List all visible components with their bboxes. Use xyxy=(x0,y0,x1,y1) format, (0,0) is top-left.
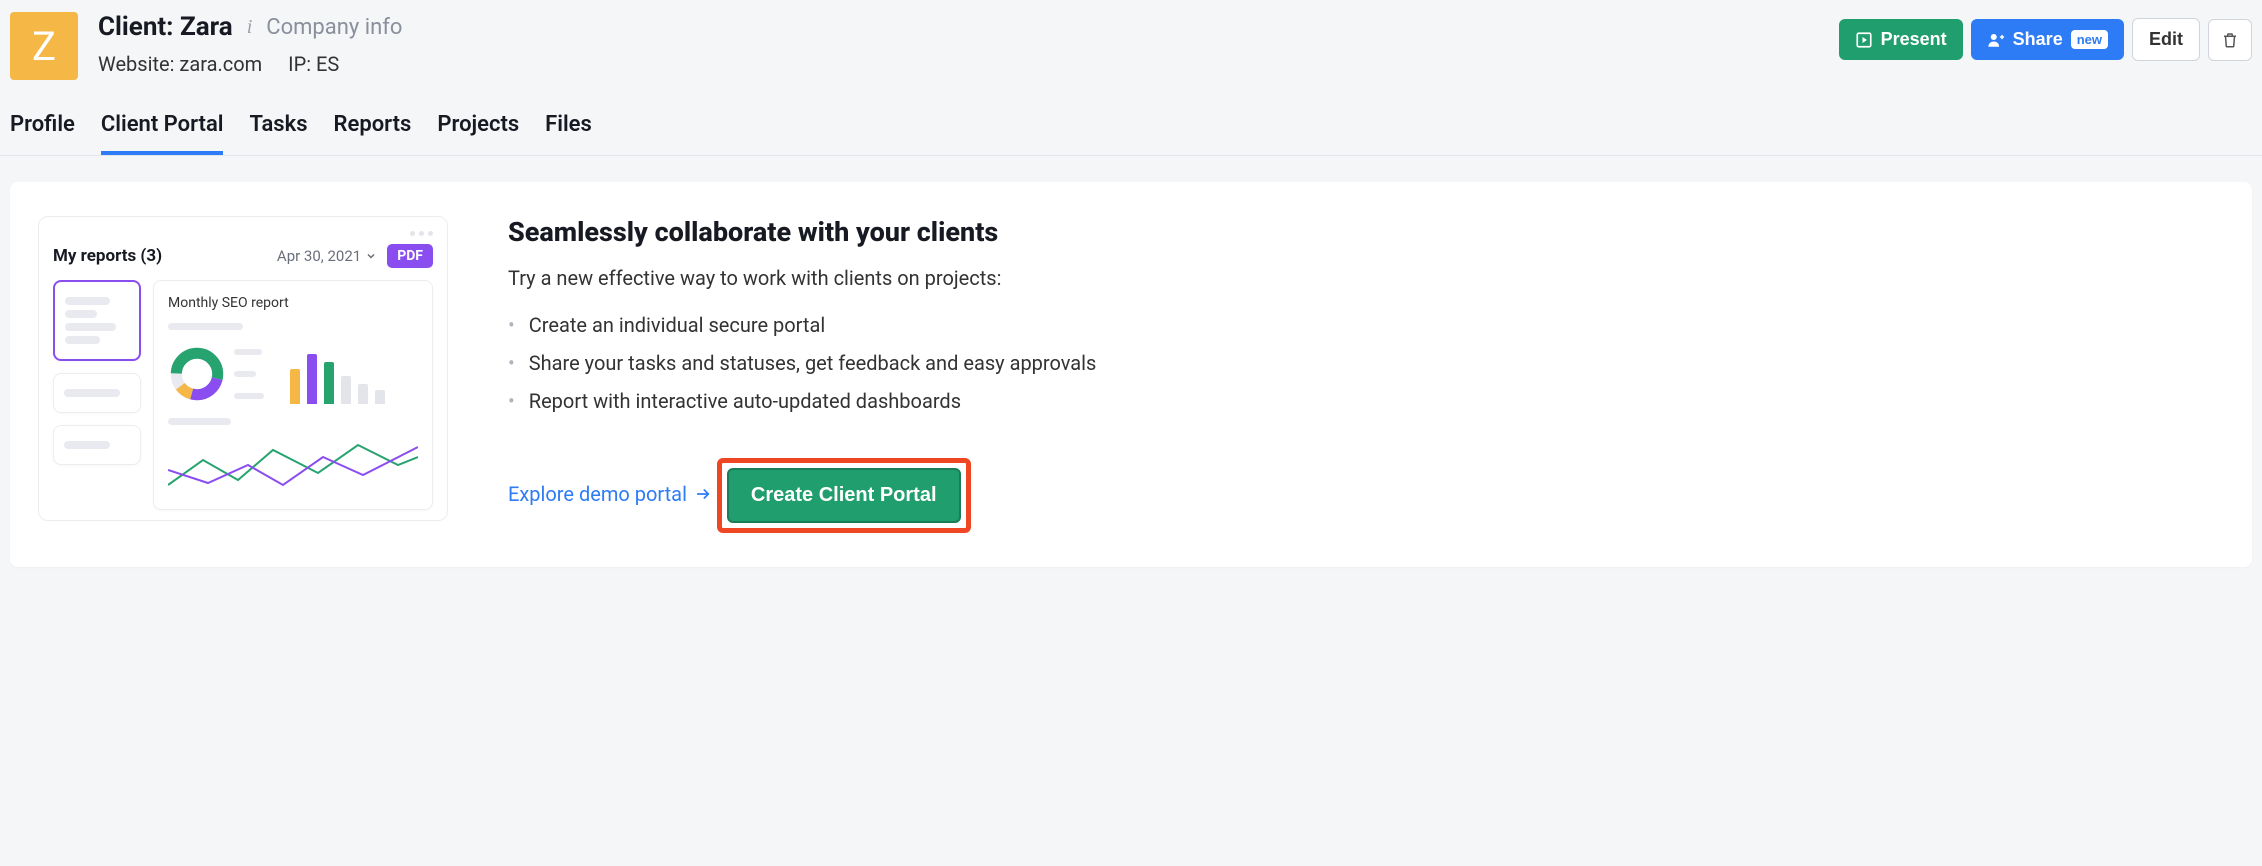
share-label: Share xyxy=(2013,29,2063,50)
company-info-link[interactable]: Company info xyxy=(266,15,402,40)
explore-demo-link[interactable]: Explore demo portal xyxy=(508,482,713,506)
website-text: Website: zara.com xyxy=(98,52,262,76)
bullet-item: Create an individual secure portal xyxy=(508,306,1096,344)
tab-projects[interactable]: Projects xyxy=(437,112,519,155)
bullet-item: Report with interactive auto-updated das… xyxy=(508,382,1096,420)
arrow-right-icon xyxy=(693,486,713,502)
person-add-icon xyxy=(1987,31,2005,49)
preview-date: Apr 30, 2021 xyxy=(277,247,377,265)
tab-reports[interactable]: Reports xyxy=(334,112,412,155)
window-dots-icon xyxy=(53,231,433,236)
new-badge: new xyxy=(2071,30,2108,49)
trash-icon xyxy=(2221,30,2239,50)
bar-chart-icon xyxy=(290,348,385,404)
preview-list-item xyxy=(53,373,141,413)
pdf-badge: PDF xyxy=(387,244,433,268)
tab-client-portal[interactable]: Client Portal xyxy=(101,112,224,155)
delete-button[interactable] xyxy=(2208,19,2252,61)
donut-chart-icon xyxy=(168,345,226,403)
content-intro: Try a new effective way to work with cli… xyxy=(508,266,1096,290)
chevron-down-icon xyxy=(365,250,377,262)
present-label: Present xyxy=(1881,29,1947,50)
bullet-item: Share your tasks and statuses, get feedb… xyxy=(508,344,1096,382)
line-chart-icon xyxy=(168,435,418,495)
tab-tasks[interactable]: Tasks xyxy=(249,112,307,155)
tabs: Profile Client Portal Tasks Reports Proj… xyxy=(0,80,2262,156)
edit-button[interactable]: Edit xyxy=(2132,18,2200,61)
content-heading: Seamlessly collaborate with your clients xyxy=(508,216,1096,248)
preview-reports-title: My reports (3) xyxy=(53,246,162,266)
create-client-portal-button[interactable]: Create Client Portal xyxy=(727,468,961,523)
tab-files[interactable]: Files xyxy=(545,112,592,155)
portal-preview: My reports (3) Apr 30, 2021 PDF xyxy=(38,216,448,521)
preview-report-title: Monthly SEO report xyxy=(168,295,418,311)
tab-profile[interactable]: Profile xyxy=(10,112,75,155)
present-button[interactable]: Present xyxy=(1839,19,1963,60)
preview-list-item xyxy=(53,425,141,465)
share-button[interactable]: Share new xyxy=(1971,19,2124,60)
client-title: Client: Zara xyxy=(98,12,233,42)
ip-text: IP: ES xyxy=(288,52,339,76)
preview-report-panel: Monthly SEO report xyxy=(153,280,433,510)
play-icon xyxy=(1855,31,1873,49)
preview-list-item xyxy=(53,280,141,361)
client-portal-card: My reports (3) Apr 30, 2021 PDF xyxy=(10,182,2252,567)
info-icon[interactable]: i xyxy=(247,16,253,39)
create-portal-highlight: Create Client Portal xyxy=(717,458,971,533)
client-avatar: Z xyxy=(10,12,78,80)
